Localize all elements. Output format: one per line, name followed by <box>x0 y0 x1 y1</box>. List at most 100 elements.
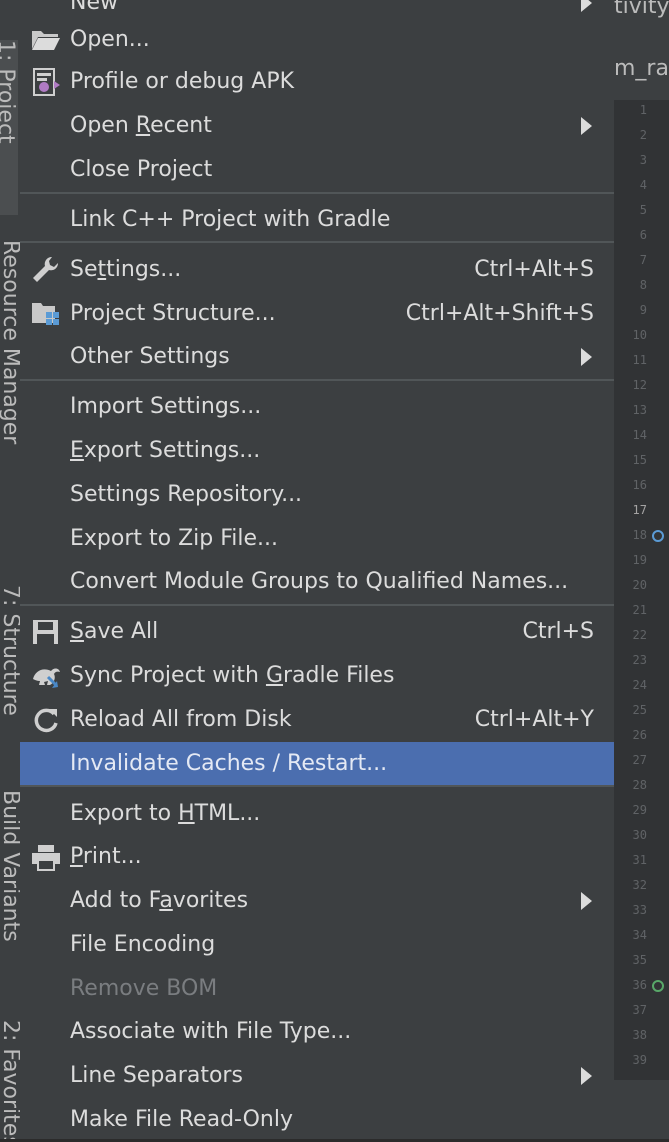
line-number: 5 <box>639 203 647 217</box>
menu-item-label: Print... <box>70 844 142 869</box>
menu-item-remove-bom[interactable]: Remove BOM <box>20 967 614 1011</box>
tool-tab-favorites[interactable]: 2: Favorites <box>0 1020 20 1139</box>
file-menu: New Open... Profile or debug APK Open Recen… <box>20 0 614 1139</box>
line-number: 16 <box>632 478 647 492</box>
line-number: 20 <box>632 578 647 592</box>
menu-item-associate-file-type[interactable]: Associate with File Type... <box>20 1010 614 1054</box>
menu-item-settings[interactable]: Settings... Ctrl+Alt+S <box>20 248 614 292</box>
mnemonic-char: G <box>265 663 284 688</box>
menu-item-label: Close Project <box>70 157 213 182</box>
menu-item-invalidate-caches[interactable]: Invalidate Caches / Restart... <box>20 742 614 786</box>
menu-item-close-project[interactable]: Close Project <box>20 148 614 192</box>
menu-item-convert-module-groups[interactable]: Convert Module Groups to Qualified Names… <box>20 560 614 604</box>
line-number: 19 <box>632 553 647 567</box>
menu-item-label: Remove BOM <box>70 976 218 1001</box>
line-number: 30 <box>632 828 647 842</box>
line-number: 9 <box>639 303 647 317</box>
line-number: 1 <box>639 103 647 117</box>
menu-item-line-separators[interactable]: Line Separators <box>20 1054 614 1098</box>
menu-item-label: Import Settings... <box>70 394 262 419</box>
submenu-arrow-icon <box>581 348 592 366</box>
line-number: 38 <box>632 1028 647 1042</box>
mnemonic-char: S <box>70 619 84 644</box>
menu-item-open[interactable]: Open... <box>20 18 614 62</box>
menu-item-label: Sync Project with Gradle Files <box>70 663 395 688</box>
menu-item-link-cpp-project[interactable]: Link C++ Project with Gradle <box>20 198 614 242</box>
menu-item-save-all[interactable]: Save All Ctrl+S <box>20 610 614 654</box>
menu-item-export-settings[interactable]: Export Settings... <box>20 429 614 473</box>
mnemonic-char: H <box>178 801 195 826</box>
menu-item-shortcut: Ctrl+Alt+Shift+S <box>405 301 594 326</box>
editor-tab-layout[interactable]: m_ra <box>614 56 669 81</box>
editor-gutter: 1 2 3 4 5 6 7 8 9 10 11 12 13 14 15 16 17 18 19 20 21 22 23 24 2… <box>614 100 669 1080</box>
line-number: 14 <box>632 428 647 442</box>
gutter-marker-icon[interactable] <box>652 980 664 992</box>
line-number: 21 <box>632 603 647 617</box>
menu-separator <box>20 192 614 194</box>
apk-debug-icon <box>30 67 62 97</box>
mnemonic-char: E <box>70 438 84 463</box>
menu-separator <box>20 379 614 381</box>
tool-tab-project[interactable]: 1: Project <box>0 40 18 215</box>
save-icon <box>30 617 62 647</box>
line-number: 12 <box>632 378 647 392</box>
reload-icon <box>30 705 62 735</box>
line-number: 27 <box>632 753 647 767</box>
line-number: 24 <box>632 678 647 692</box>
line-number: 4 <box>639 178 647 192</box>
menu-item-export-zip[interactable]: Export to Zip File... <box>20 517 614 561</box>
menu-item-label: Other Settings <box>70 344 230 369</box>
line-number: 29 <box>632 803 647 817</box>
menu-item-shortcut: Ctrl+Alt+Y <box>474 707 594 732</box>
project-structure-icon <box>30 299 62 329</box>
tool-tab-build-variants[interactable]: Build Variants <box>0 790 20 942</box>
menu-item-add-to-favorites[interactable]: Add to Favorites <box>20 879 614 923</box>
mnemonic-char: a <box>159 888 173 913</box>
menu-item-label: Export Settings... <box>70 438 261 463</box>
menu-separator <box>20 241 614 243</box>
mnemonic-char: R <box>135 113 151 138</box>
line-number: 22 <box>632 628 647 642</box>
menu-item-reload-from-disk[interactable]: Reload All from Disk Ctrl+Alt+Y <box>20 698 614 742</box>
menu-item-import-settings[interactable]: Import Settings... <box>20 385 614 429</box>
menu-item-label: Open... <box>70 27 150 52</box>
wrench-icon <box>30 255 62 285</box>
line-number: 26 <box>632 728 647 742</box>
menu-item-file-encoding[interactable]: File Encoding <box>20 923 614 967</box>
line-number: 15 <box>632 453 647 467</box>
left-tool-strip: 1: Project Resource Manager 7: Structure… <box>0 0 20 1139</box>
line-number: 3 <box>639 153 647 167</box>
mnemonic-char: P <box>70 844 83 869</box>
line-number: 32 <box>632 878 647 892</box>
tool-tab-structure[interactable]: 7: Structure <box>0 585 20 716</box>
menu-item-label: Link C++ Project with Gradle <box>70 207 391 232</box>
line-number: 18 <box>632 528 647 542</box>
menu-item-label: Save All <box>70 619 159 644</box>
gutter-marker-icon[interactable] <box>652 530 664 542</box>
submenu-arrow-icon <box>581 1067 592 1085</box>
submenu-arrow-icon <box>581 0 592 12</box>
menu-item-profile-debug-apk[interactable]: Profile or debug APK <box>20 60 614 104</box>
menu-item-settings-repository[interactable]: Settings Repository... <box>20 473 614 517</box>
tool-tab-resource-manager[interactable]: Resource Manager <box>0 240 20 444</box>
menu-item-sync-gradle[interactable]: Sync Project with Gradle Files <box>20 654 614 698</box>
menu-item-open-recent[interactable]: Open Recent <box>20 104 614 148</box>
menu-item-label: Add to Favorites <box>70 888 249 913</box>
menu-item-label: Associate with File Type... <box>70 1019 352 1044</box>
line-number: 10 <box>632 328 647 342</box>
menu-separator <box>20 785 614 787</box>
line-number: 35 <box>632 953 647 967</box>
menu-item-other-settings[interactable]: Other Settings <box>20 335 614 379</box>
menu-item-export-html[interactable]: Export to HTML... <box>20 792 614 836</box>
line-number: 25 <box>632 703 647 717</box>
menu-item-label: Project Structure... <box>70 301 276 326</box>
submenu-arrow-icon <box>581 117 592 135</box>
menu-separator <box>20 604 614 606</box>
submenu-arrow-icon <box>581 892 592 910</box>
menu-item-shortcut: Ctrl+S <box>522 619 594 644</box>
menu-item-print[interactable]: Print... <box>20 835 614 879</box>
line-number: 39 <box>632 1053 647 1067</box>
editor-tab-activity[interactable]: tivity <box>614 0 669 19</box>
menu-item-project-structure[interactable]: Project Structure... Ctrl+Alt+Shift+S <box>20 292 614 336</box>
menu-item-make-read-only[interactable]: Make File Read-Only <box>20 1098 614 1142</box>
